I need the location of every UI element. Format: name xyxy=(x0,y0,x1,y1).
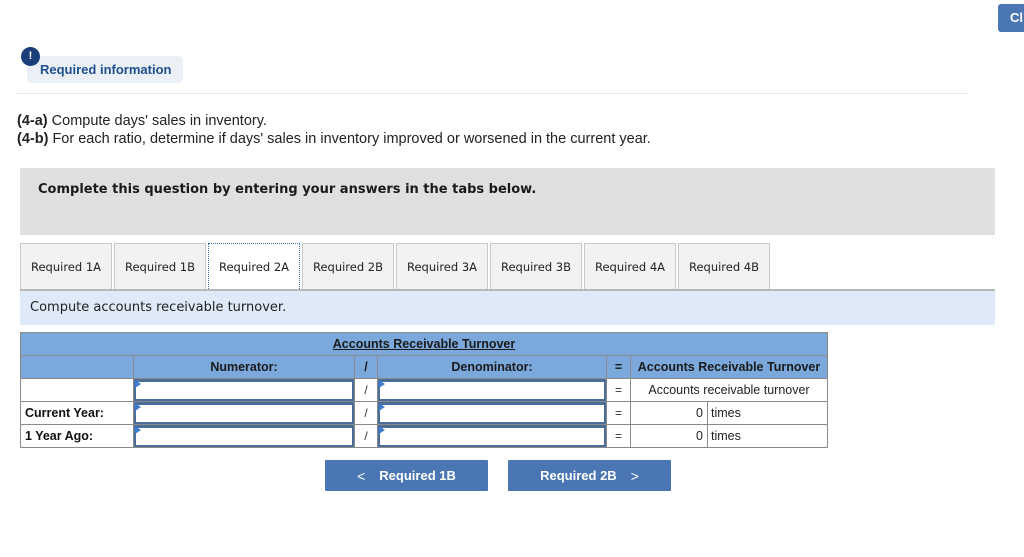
equals-sign: = xyxy=(606,424,631,448)
divider xyxy=(17,93,967,94)
tab-required-3a[interactable]: Required 3A xyxy=(396,243,488,289)
denominator-current-year-input[interactable] xyxy=(378,402,606,424)
prev-required-1b-button[interactable]: < Required 1B xyxy=(325,460,488,491)
instruction-text: For each ratio, determine if days' sales… xyxy=(48,131,651,147)
tab-label: Required 1A xyxy=(30,259,102,274)
header-blank xyxy=(20,355,134,379)
table-title: Accounts Receivable Turnover xyxy=(20,332,828,356)
result-unit: times xyxy=(707,424,828,448)
tab-required-3b[interactable]: Required 3B xyxy=(490,243,582,289)
tab-required-2a[interactable]: Required 2A xyxy=(208,243,300,291)
divide-sign: / xyxy=(354,424,378,448)
tab-required-1a[interactable]: Required 1A xyxy=(20,243,112,289)
denominator-cell xyxy=(377,378,607,402)
header-denominator: Denominator: xyxy=(377,355,607,379)
instruction-banner xyxy=(20,168,995,235)
header-equals: = xyxy=(606,355,631,379)
numerator-label-input[interactable] xyxy=(134,379,354,401)
question-prompt: Compute accounts receivable turnover. xyxy=(30,300,287,315)
header-divide: / xyxy=(354,355,378,379)
result-label: Accounts receivable turnover xyxy=(630,378,828,402)
tab-required-1b[interactable]: Required 1B xyxy=(114,243,206,289)
numerator-current-year-input[interactable] xyxy=(134,402,354,424)
denominator-cell xyxy=(377,401,607,425)
tab-label: Required 2B xyxy=(312,259,384,274)
divide-sign: / xyxy=(354,378,378,402)
result-value: 0 xyxy=(630,401,708,425)
tab-required-4a[interactable]: Required 4A xyxy=(584,243,676,289)
denominator-label-input[interactable] xyxy=(378,379,606,401)
tab-label: Required 2A xyxy=(218,260,290,274)
denominator-prior-year-input[interactable] xyxy=(378,425,606,447)
check-work-button[interactable]: Cl xyxy=(998,4,1024,32)
header-numerator: Numerator: xyxy=(133,355,355,379)
instruction-text: Compute days' sales in inventory. xyxy=(47,113,267,129)
equals-sign: = xyxy=(606,401,631,425)
row-label xyxy=(20,378,134,402)
check-work-label: Cl xyxy=(1010,10,1023,25)
tab-bar: Required 1A Required 1B Required 2A Requ… xyxy=(20,243,772,291)
result-value: 0 xyxy=(630,424,708,448)
equals-sign: = xyxy=(606,378,631,402)
denominator-cell xyxy=(377,424,607,448)
numerator-prior-year-input[interactable] xyxy=(134,425,354,447)
row-label: 1 Year Ago: xyxy=(20,424,134,448)
prev-button-label: Required 1B xyxy=(379,468,456,483)
required-info-label: Required information xyxy=(40,62,172,77)
instruction-line: (4-b) For each ratio, determine if days'… xyxy=(17,130,651,148)
table-row: 1 Year Ago: / = 0 times xyxy=(20,424,828,448)
numerator-cell xyxy=(133,378,355,402)
divide-sign: / xyxy=(354,401,378,425)
instruction-tag: (4-a) xyxy=(17,113,48,129)
numerator-cell xyxy=(133,424,355,448)
tab-label: Required 4B xyxy=(688,259,760,274)
next-button-label: Required 2B xyxy=(540,468,617,483)
tab-label: Required 3B xyxy=(500,259,572,274)
instruction-banner-text: Complete this question by entering your … xyxy=(38,182,537,197)
ar-turnover-table: Accounts Receivable Turnover Numerator: … xyxy=(20,332,828,448)
alert-icon: ! xyxy=(21,47,40,66)
chevron-left-icon: < xyxy=(357,467,366,484)
tab-label: Required 1B xyxy=(124,259,196,274)
chevron-right-icon: > xyxy=(630,467,639,484)
tab-label: Required 4A xyxy=(594,259,666,274)
instruction-line: (4-a) Compute days' sales in inventory. xyxy=(17,112,651,130)
header-result: Accounts Receivable Turnover xyxy=(630,355,828,379)
tab-required-4b[interactable]: Required 4B xyxy=(678,243,770,289)
table-row: / = Accounts receivable turnover xyxy=(20,378,828,402)
instruction-tag: (4-b) xyxy=(17,131,49,147)
result-unit: times xyxy=(707,401,828,425)
row-label: Current Year: xyxy=(20,401,134,425)
next-required-2b-button[interactable]: Required 2B > xyxy=(508,460,671,491)
table-row: Current Year: / = 0 times xyxy=(20,401,828,425)
tab-label: Required 3A xyxy=(406,259,478,274)
tab-required-2b[interactable]: Required 2B xyxy=(302,243,394,289)
instructions: (4-a) Compute days' sales in inventory. … xyxy=(17,112,651,148)
numerator-cell xyxy=(133,401,355,425)
